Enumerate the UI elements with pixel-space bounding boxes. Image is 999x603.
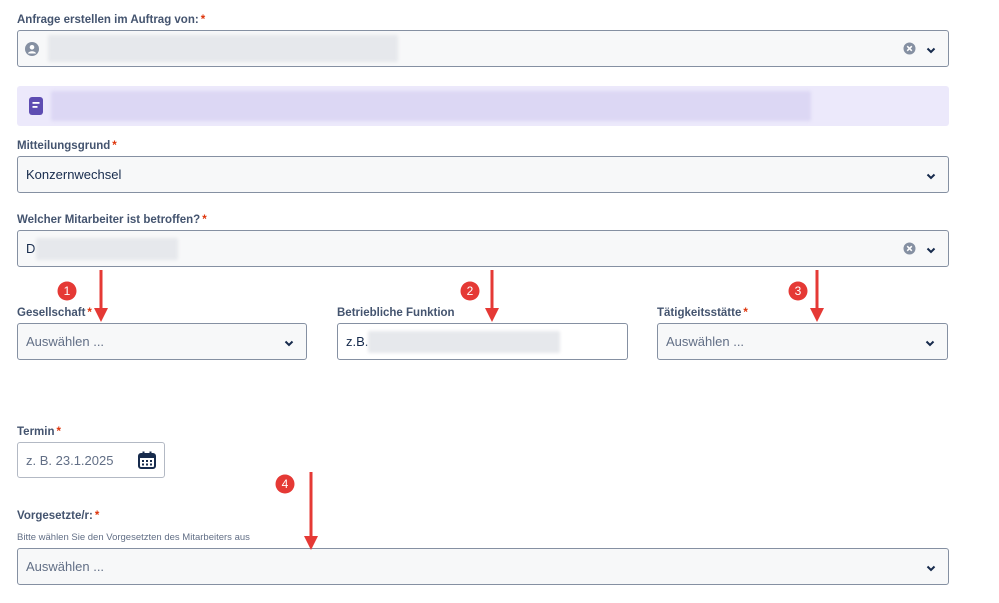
calendar-icon[interactable] <box>138 451 156 474</box>
function-input[interactable]: z.B. . <box>337 323 628 360</box>
reason-select[interactable]: Konzernwechsel <box>17 156 949 193</box>
clear-x-icon[interactable] <box>903 242 916 255</box>
function-label: Betriebliche Funktion <box>337 307 455 319</box>
supervisor-hint: Bitte wählen Sie den Vorgesetzten des Mi… <box>17 532 250 543</box>
redacted-employee <box>36 238 178 260</box>
company-placeholder: Auswählen ... <box>26 334 105 349</box>
reason-value: Konzernwechsel <box>26 167 122 182</box>
annotation-badge-3: 3 <box>788 281 808 301</box>
clear-x-icon[interactable] <box>903 42 916 55</box>
company-select[interactable]: Auswählen ... <box>17 323 307 360</box>
redacted-function <box>368 331 560 353</box>
chevron-down-icon[interactable] <box>925 561 937 573</box>
annotation-badge-2: 2 <box>460 281 480 301</box>
annotation-badge-4: 4 <box>275 474 295 494</box>
chevron-down-icon[interactable] <box>925 43 937 55</box>
annotation-arrow-4 <box>304 472 318 550</box>
svg-text:2: 2 <box>467 284 474 298</box>
person-avatar-icon <box>25 42 39 61</box>
location-placeholder: Auswählen ... <box>666 334 745 349</box>
chevron-down-icon[interactable] <box>925 243 937 255</box>
employee-value: D <box>26 241 36 256</box>
chevron-down-icon[interactable] <box>924 336 936 348</box>
svg-text:1: 1 <box>64 284 71 298</box>
location-label: Tätigkeitsstätte * <box>657 307 748 319</box>
chevron-down-icon[interactable] <box>283 336 295 348</box>
employee-label: Welcher Mitarbeiter ist betroffen? * <box>17 214 207 226</box>
reason-label: Mitteilungsgrund * <box>17 140 117 152</box>
date-placeholder: z. B. 23.1.2025 <box>26 453 114 468</box>
supervisor-select[interactable]: Auswählen ... <box>17 548 949 585</box>
date-label: Termin * <box>17 426 61 438</box>
date-input[interactable]: z. B. 23.1.2025 <box>17 442 165 478</box>
annotation-arrow-2 <box>485 270 499 322</box>
annotation-badge-1: 1 <box>57 281 77 301</box>
requester-label: Anfrage erstellen im Auftrag von: * <box>17 14 206 26</box>
location-select[interactable]: Auswählen ... <box>657 323 948 360</box>
employee-select[interactable]: D <box>17 230 949 267</box>
svg-text:4: 4 <box>282 477 289 491</box>
requester-select[interactable] <box>17 30 949 67</box>
annotation-arrow-1 <box>94 270 108 322</box>
company-label: Gesellschaft * <box>17 307 92 319</box>
chevron-down-icon[interactable] <box>925 169 937 181</box>
form-document-icon <box>29 97 43 120</box>
redacted-name <box>48 35 398 62</box>
redacted-banner-text <box>51 91 811 121</box>
svg-text:3: 3 <box>795 284 802 298</box>
form-info-banner <box>17 86 949 126</box>
supervisor-placeholder: Auswählen ... <box>26 559 105 574</box>
annotation-arrow-3 <box>810 270 824 322</box>
supervisor-label: Vorgesetzte/r: * <box>17 510 100 522</box>
